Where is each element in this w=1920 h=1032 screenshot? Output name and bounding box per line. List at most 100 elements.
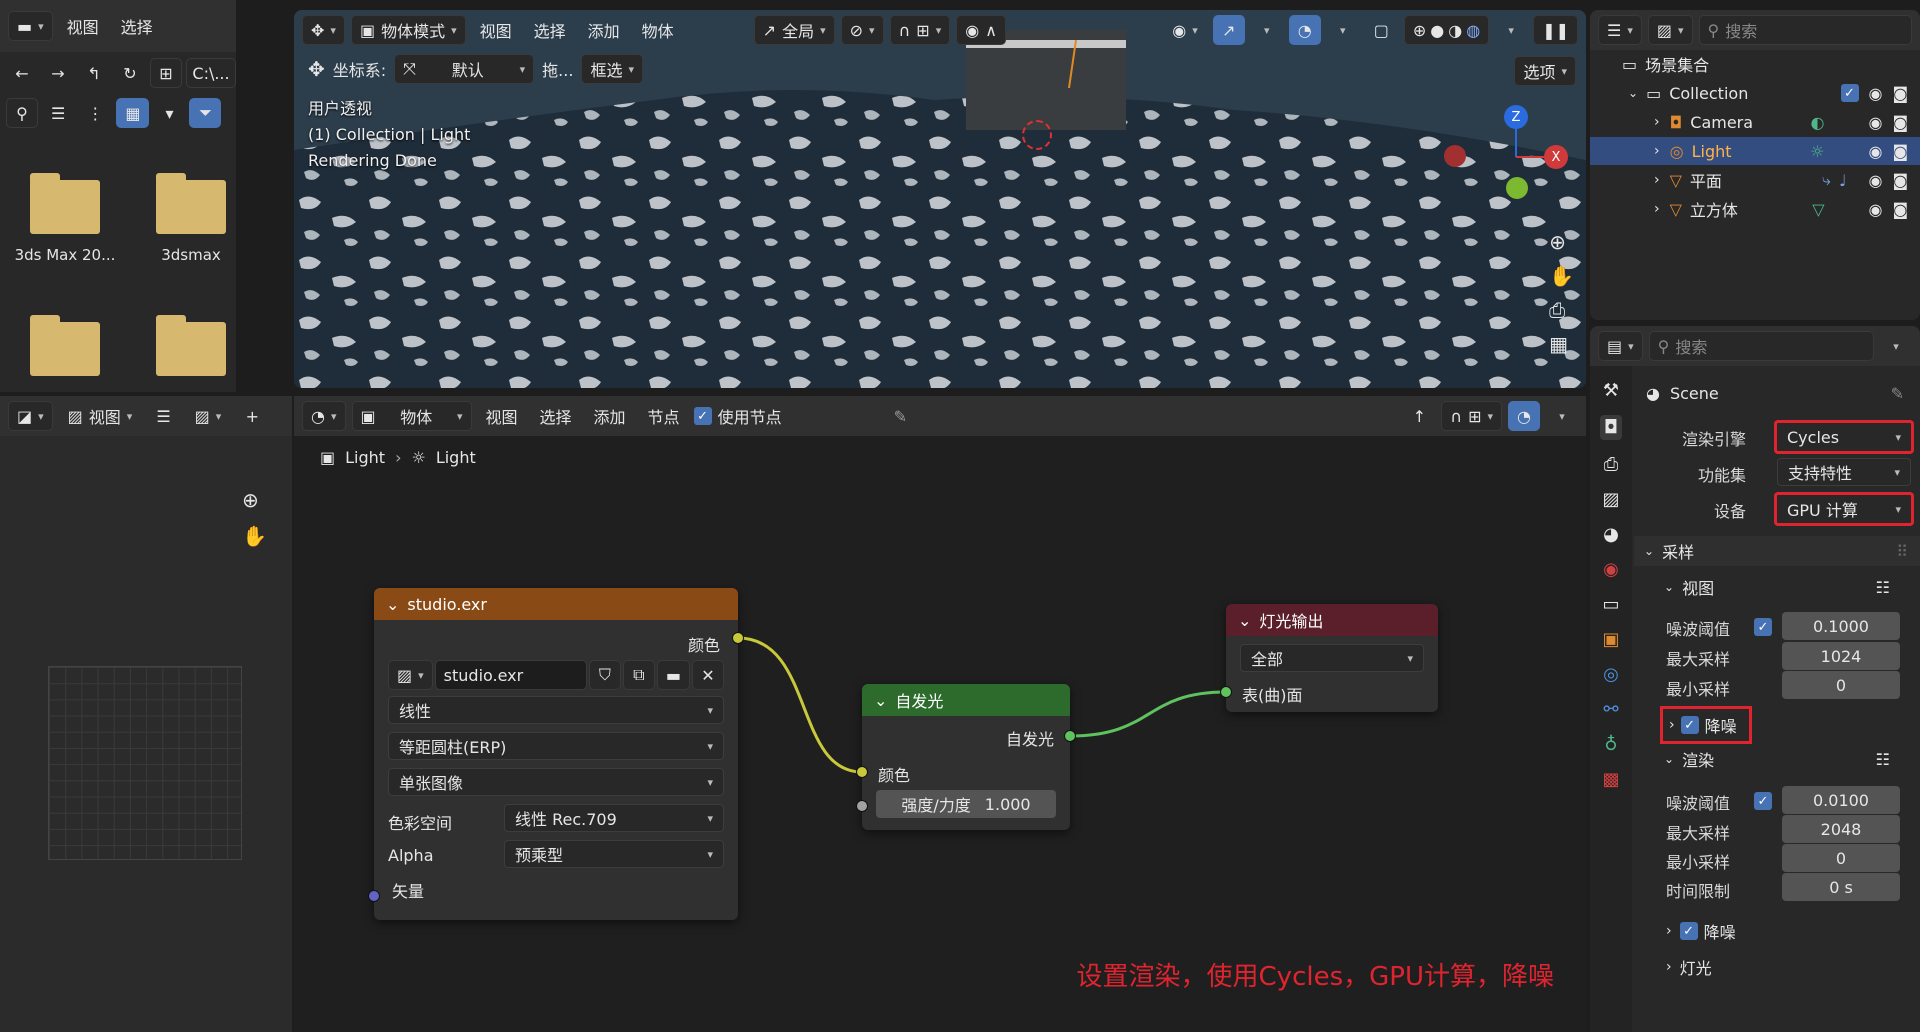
fb-menu-view[interactable]: 视图: [59, 14, 107, 38]
search-icon[interactable]: ⚲: [6, 98, 38, 128]
refresh-icon[interactable]: ↻: [114, 58, 146, 88]
chevron-right-icon[interactable]: ›: [1654, 172, 1660, 188]
select-mode-dropdown[interactable]: 框选 ▾: [581, 54, 643, 84]
path-field[interactable]: C:\...: [186, 58, 236, 88]
emission-strength-socket[interactable]: [856, 800, 868, 812]
output-surface-socket[interactable]: [1220, 686, 1232, 698]
colorspace-dropdown[interactable]: 线性 Rec.709 ▾: [504, 804, 724, 832]
camera-render-icon[interactable]: ◙: [1892, 84, 1908, 103]
object-tab-icon[interactable]: ▣: [1602, 629, 1619, 650]
feature-set-dropdown[interactable]: 支持特性 ▾: [1777, 458, 1911, 486]
material-shading-icon[interactable]: ◑: [1448, 21, 1462, 40]
eye-icon[interactable]: ◉: [1869, 200, 1883, 219]
rendered-shading-icon[interactable]: ◍: [1466, 21, 1480, 40]
eye-icon[interactable]: ◉: [1869, 171, 1883, 190]
solid-shading-icon[interactable]: ●: [1430, 21, 1444, 40]
unlink-x-icon[interactable]: ✕: [692, 660, 724, 690]
render-subpanel-header[interactable]: ⌄ 渲染 ☷: [1634, 744, 1920, 774]
filter-chevron-icon[interactable]: ▾: [225, 98, 236, 128]
collapse-chevron-icon[interactable]: ⌄: [1238, 611, 1251, 630]
proportional-edit-toggle[interactable]: ◉ ∧: [956, 15, 1006, 45]
emission-node-header[interactable]: ⌄ 自发光: [862, 684, 1070, 716]
mode-dropdown[interactable]: ▣ 物体模式 ▾: [350, 15, 466, 45]
transform-orientation-dropdown[interactable]: ↗ 全局 ▾: [753, 15, 835, 45]
pause-render-icon[interactable]: ❚❚: [1533, 15, 1578, 45]
hand-pan-icon[interactable]: ✋: [242, 524, 267, 548]
image-browse-dropdown[interactable]: ▨ ▾: [186, 401, 231, 431]
editor-type-button[interactable]: ◪ ▾: [8, 401, 53, 431]
eye-icon[interactable]: ◉: [1869, 113, 1883, 132]
overlay-dropdown-icon[interactable]: ▾: [1327, 15, 1359, 45]
emission-out-socket[interactable]: [1064, 730, 1076, 742]
tool-tab-icon[interactable]: ⚒: [1603, 380, 1619, 401]
material-icon[interactable]: ♩: [1839, 171, 1847, 190]
vp-noise-checkbox[interactable]: ✓: [1754, 618, 1772, 636]
editor-type-button[interactable]: ☰ ▾: [1598, 15, 1642, 45]
editor-type-button[interactable]: ▬ ▾: [8, 11, 53, 41]
exclude-checkbox[interactable]: ✓: [1840, 84, 1859, 102]
light-data-tab-icon[interactable]: ♁: [1604, 734, 1617, 755]
vp-menu-select[interactable]: 选择: [526, 18, 574, 42]
modifier-icon[interactable]: ⤷: [1822, 170, 1831, 190]
scene-tab-icon[interactable]: ◕: [1603, 524, 1619, 545]
ortho-grid-icon[interactable]: ▦: [1549, 332, 1574, 356]
image-browse-button[interactable]: ▨ ▾: [388, 660, 433, 690]
new-image-icon[interactable]: +: [236, 401, 268, 431]
visibility-dropdown[interactable]: ◉ ▾: [1163, 15, 1207, 45]
zoom-icon[interactable]: ⊕: [1549, 230, 1574, 254]
duplicate-icon[interactable]: ⧉: [622, 660, 655, 690]
collapse-chevron-icon[interactable]: ⌄: [874, 691, 887, 710]
camera-render-icon[interactable]: ◙: [1892, 113, 1908, 132]
light-output-node-header[interactable]: ⌄ 灯光输出: [1226, 604, 1438, 636]
options-dropdown[interactable]: 选项 ▾: [1514, 56, 1576, 86]
chevron-down-icon[interactable]: ⌄: [1628, 86, 1638, 100]
constraints-tab-icon[interactable]: ⚯: [1603, 699, 1618, 720]
shading-dropdown-icon[interactable]: ▾: [1495, 15, 1527, 45]
open-folder-icon[interactable]: ▬: [656, 660, 690, 690]
output-target-dropdown[interactable]: 全部 ▾: [1240, 644, 1424, 672]
forward-icon[interactable]: →: [42, 58, 74, 88]
physics-tab-icon[interactable]: ◎: [1603, 664, 1619, 685]
properties-search[interactable]: ⚲ 搜索: [1648, 331, 1874, 361]
vp-min-samples-field[interactable]: 0: [1782, 671, 1900, 699]
camera-view-icon[interactable]: ⎙: [1549, 298, 1574, 322]
sampling-panel-header[interactable]: ⌄ 采样 ⠿: [1634, 536, 1920, 566]
projection-dropdown[interactable]: 等距圆柱(ERP) ▾: [388, 732, 724, 760]
output-tab-icon[interactable]: ⎙: [1604, 454, 1618, 475]
image-name-field[interactable]: studio.exr: [434, 660, 587, 690]
folder-item[interactable]: [136, 315, 236, 376]
env-vector-socket[interactable]: [368, 890, 380, 902]
r-denoise-subpanel[interactable]: › ✓ 降噪: [1634, 916, 1920, 946]
r-min-samples-field[interactable]: 0: [1782, 844, 1900, 872]
node-editor[interactable]: ◔ ▾ ▣ 物体 ▾ 视图 选择 添加 节点 ✓ 使用节点 ✎ ↑ ∩ ⊞ ▾ ◔ ▾ ▣ …: [294, 396, 1586, 1032]
tree-row-collection[interactable]: ⌄ ▭ Collection ✓ ◉ ◙: [1590, 79, 1920, 107]
lights-subpanel[interactable]: › 灯光: [1634, 952, 1920, 982]
eye-icon[interactable]: ◉: [1869, 84, 1883, 103]
tree-row-cube[interactable]: › ▽ 立方体 ▽ ◉ ◙: [1590, 195, 1920, 223]
parent-dir-icon[interactable]: ↰: [78, 58, 110, 88]
coord-system-dropdown[interactable]: ⤧ 默认 ▾: [394, 54, 535, 84]
back-icon[interactable]: ←: [6, 58, 38, 88]
vp-menu-add[interactable]: 添加: [580, 18, 628, 42]
collection-tab-icon[interactable]: ▭: [1602, 594, 1619, 615]
hand-pan-icon[interactable]: ✋: [1549, 264, 1574, 288]
tree-row-light[interactable]: › ◎ Light ☼ ◉ ◙: [1590, 137, 1920, 165]
vp-denoise-subpanel[interactable]: › ✓ 降噪: [1660, 706, 1752, 744]
folder-item[interactable]: [10, 315, 120, 376]
list-horizontal-icon[interactable]: ⋮: [78, 98, 112, 128]
camera-data-icon[interactable]: ◐: [1811, 113, 1825, 132]
tree-row-camera[interactable]: › ◘ Camera ◐ ◉ ◙: [1590, 108, 1920, 136]
emission-node[interactable]: ⌄ 自发光 自发光 颜色 强度/力度 1.000: [862, 684, 1070, 830]
gizmo-dropdown-icon[interactable]: ▾: [1251, 15, 1283, 45]
zoom-icon[interactable]: ⊕: [242, 488, 267, 512]
render-engine-dropdown[interactable]: Cycles ▾: [1774, 420, 1914, 454]
move-gizmo-icon[interactable]: ✥: [308, 57, 325, 81]
chevron-right-icon[interactable]: ›: [1654, 114, 1660, 130]
pivot-dropdown[interactable]: ⊘ ▾: [840, 15, 884, 45]
texture-tab-icon[interactable]: ▩: [1602, 769, 1619, 790]
vp-denoise-checkbox[interactable]: ✓: [1680, 716, 1699, 734]
env-texture-node-header[interactable]: ⌄ studio.exr: [374, 588, 738, 620]
pin-icon[interactable]: ✎: [1891, 384, 1904, 403]
time-limit-field[interactable]: 0 s: [1782, 873, 1900, 901]
thumbnail-grid-icon[interactable]: ▦: [116, 98, 150, 128]
